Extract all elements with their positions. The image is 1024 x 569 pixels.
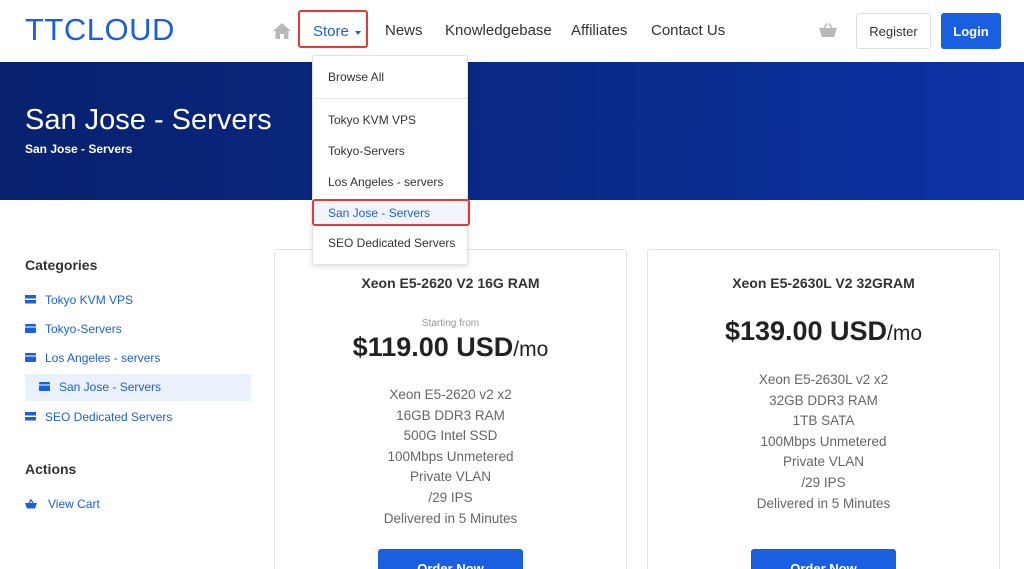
sidebar-item-label: SEO Dedicated Servers [45, 410, 173, 424]
sidebar-item-san-jose-servers[interactable]: San Jose - Servers [25, 374, 251, 401]
page-banner: San Jose - Servers San Jose - Servers [0, 62, 1024, 200]
feature-item: Xeon E5-2620 v2 x2 [389, 387, 512, 402]
actions-heading: Actions [25, 461, 77, 477]
feature-item: 16GB DDR3 RAM [396, 407, 505, 423]
sidebar-item-los-angeles-servers[interactable]: Los Angeles - servers [25, 345, 251, 372]
home-icon[interactable] [272, 22, 292, 40]
box-icon [25, 353, 36, 362]
price-amount: $119.00 USD [352, 332, 514, 362]
dropdown-item-san-jose-servers[interactable]: San Jose - Servers [328, 206, 430, 220]
product-features: Xeon E5-2620 v2 x2 16GB DDR3 RAM 500G In… [275, 385, 626, 529]
product-price: $139.00 USD/mo [648, 316, 999, 347]
page-title: San Jose - Servers [25, 104, 272, 136]
nav-news[interactable]: News [385, 22, 423, 39]
feature-item: 1TB SATA [792, 413, 855, 429]
sidebar-item-label: View Cart [48, 497, 100, 511]
sidebar-item-label: San Jose - Servers [59, 380, 162, 394]
nav-contact-us[interactable]: Contact Us [651, 22, 725, 39]
nav-store-label: Store [313, 23, 349, 40]
price-amount: $139.00 USD [724, 316, 888, 346]
product-card: Xeon E5-2630L V2 32GRAM $139.00 USD/mo X… [647, 249, 1000, 569]
price-period: /mo [513, 338, 549, 361]
feature-item: 100Mbps Unmetered [387, 448, 514, 464]
dropdown-item-seo-dedicated-servers[interactable]: SEO Dedicated Servers [328, 236, 455, 250]
cart-icon[interactable] [818, 22, 838, 40]
feature-item: Private VLAN [782, 454, 865, 470]
sidebar-item-tokyo-servers[interactable]: Tokyo-Servers [25, 316, 251, 343]
sidebar-action-view-cart[interactable]: View Cart [25, 491, 251, 518]
feature-item: Delivered in 5 Minutes [383, 510, 518, 526]
dropdown-item-los-angeles-servers[interactable]: Los Angeles - servers [328, 175, 443, 189]
sidebar-item-seo-dedicated-servers[interactable]: SEO Dedicated Servers [25, 404, 251, 431]
feature-item: Private VLAN [409, 469, 492, 485]
feature-item: 100Mbps Unmetered [760, 433, 887, 449]
dropdown-item-tokyo-kvm-vps[interactable]: Tokyo KVM VPS [328, 113, 416, 127]
product-card: Xeon E5-2620 V2 16G RAM Starting from $1… [274, 249, 627, 569]
dropdown-divider [313, 98, 467, 99]
sidebar-item-label: Tokyo KVM VPS [45, 293, 134, 307]
nav-affiliates[interactable]: Affiliates [571, 22, 627, 39]
sidebar-item-label: Tokyo-Servers [45, 322, 122, 336]
dropdown-item-tokyo-servers[interactable]: Tokyo-Servers [328, 144, 405, 158]
box-icon [25, 324, 36, 333]
product-name: Xeon E5-2630L V2 32GRAM [732, 275, 915, 291]
order-now-button[interactable]: Order Now [378, 549, 523, 569]
nav-store-menu[interactable]: Store [298, 10, 368, 48]
feature-item: /29 IPS [801, 474, 846, 490]
site-logo[interactable]: TTCLOUD [25, 12, 175, 48]
sidebar-item-label: Los Angeles - servers [45, 351, 161, 365]
feature-item: 500G Intel SSD [403, 428, 498, 444]
box-icon [39, 382, 50, 391]
server-icon [25, 412, 36, 421]
feature-item: 32GB DDR3 RAM [769, 392, 878, 408]
sidebar-item-tokyo-kvm-vps[interactable]: Tokyo KVM VPS [25, 287, 251, 314]
chevron-down-icon [355, 31, 361, 35]
site-header: TTCLOUD Store News Knowledgebase Affilia… [0, 0, 1024, 62]
starting-from-label: Starting from [421, 318, 480, 329]
server-icon [25, 295, 36, 304]
product-name: Xeon E5-2620 V2 16G RAM [361, 275, 540, 291]
price-period: /mo [887, 322, 923, 345]
feature-item: Xeon E5-2630L v2 x2 [758, 372, 889, 387]
store-dropdown: Browse All Tokyo KVM VPS Tokyo-Servers L… [312, 55, 470, 265]
feature-item: /29 IPS [428, 489, 473, 505]
order-now-button[interactable]: Order Now [751, 549, 896, 569]
categories-heading: Categories [25, 257, 98, 273]
nav-knowledgebase[interactable]: Knowledgebase [445, 22, 552, 39]
login-button[interactable]: Login [941, 13, 1001, 49]
product-price: $119.00 USD/mo [275, 332, 626, 363]
cart-icon [25, 499, 37, 509]
breadcrumb: San Jose - Servers [25, 142, 133, 156]
feature-item: Delivered in 5 Minutes [756, 495, 891, 511]
register-button[interactable]: Register [856, 13, 931, 49]
dropdown-browse-all[interactable]: Browse All [328, 70, 384, 84]
product-features: Xeon E5-2630L v2 x2 32GB DDR3 RAM 1TB SA… [648, 370, 999, 514]
